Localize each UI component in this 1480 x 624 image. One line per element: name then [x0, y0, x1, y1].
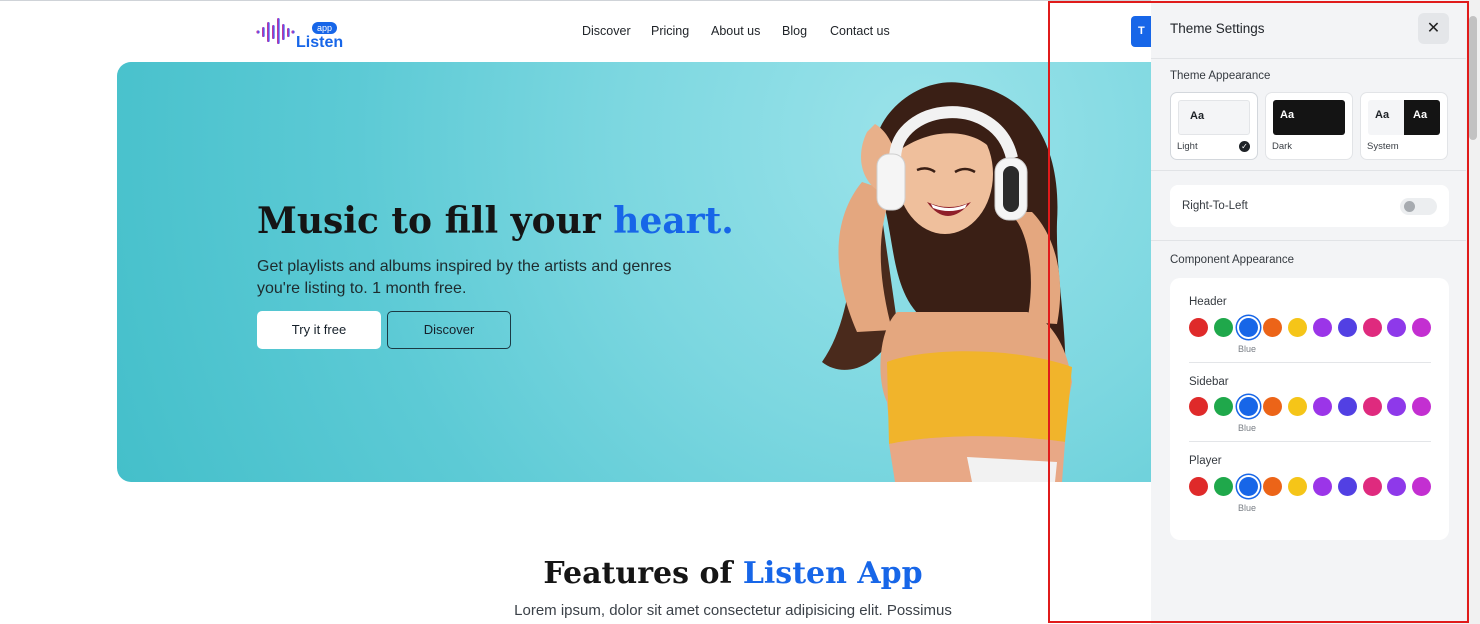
panel-divider — [1151, 240, 1466, 241]
color-swatch-purple[interactable] — [1313, 397, 1332, 416]
color-swatch-magenta[interactable] — [1412, 477, 1432, 496]
color-swatch-red[interactable] — [1189, 477, 1208, 496]
color-swatch-pink[interactable] — [1362, 397, 1382, 416]
color-swatch-pink[interactable] — [1362, 318, 1382, 337]
group-divider — [1189, 362, 1431, 363]
player-selected-caption: Blue — [1238, 503, 1257, 513]
panel-divider — [1151, 58, 1466, 59]
hero-banner: Music to fill your heart. Get playlists … — [117, 62, 1151, 482]
theme-option-system[interactable]: Aa Aa System — [1360, 92, 1448, 160]
theme-option-light[interactable]: Aa Light ✓ — [1170, 92, 1258, 160]
system-preview-light-half: Aa — [1375, 109, 1390, 121]
color-swatch-red[interactable] — [1189, 397, 1208, 416]
header-color-label: Header — [1189, 296, 1227, 308]
nav-discover[interactable]: Discover — [582, 24, 631, 38]
sidebar-selected-caption: Blue — [1238, 423, 1257, 433]
component-appearance-card: Header Blue Sidebar Blue Player Blue — [1170, 278, 1449, 540]
color-swatch-magenta[interactable] — [1412, 318, 1432, 337]
theme-label-light: Light — [1177, 141, 1198, 152]
color-swatch-pink[interactable] — [1362, 477, 1382, 496]
theme-preview-system: Aa Aa — [1368, 100, 1440, 135]
rtl-setting: Right-To-Left — [1170, 185, 1449, 227]
theme-label-dark: Dark — [1272, 141, 1293, 152]
color-swatch-violet[interactable] — [1387, 318, 1407, 337]
color-swatch-indigo[interactable] — [1337, 477, 1357, 496]
color-swatch-violet[interactable] — [1387, 397, 1407, 416]
hero-title-accent: heart. — [613, 200, 734, 242]
header-selected-caption: Blue — [1238, 344, 1257, 354]
toggle-knob — [1404, 201, 1415, 212]
try-it-free-button[interactable]: Try it free — [257, 311, 381, 349]
color-swatch-yellow[interactable] — [1288, 397, 1308, 416]
nav-contact-us[interactable]: Contact us — [830, 24, 890, 38]
color-swatch-orange[interactable] — [1263, 318, 1283, 337]
theme-preview-light: Aa — [1178, 100, 1250, 135]
component-appearance-label: Component Appearance — [1170, 254, 1295, 266]
color-swatch-blue[interactable] — [1238, 477, 1258, 496]
hero-subtitle: Get playlists and albums inspired by the… — [257, 258, 672, 297]
close-icon[interactable]: ✕ — [1418, 13, 1449, 44]
theme-settings-panel: Theme Settings ✕ Theme Appearance Aa Lig… — [1151, 0, 1466, 624]
color-swatch-green[interactable] — [1213, 318, 1233, 337]
color-swatch-orange[interactable] — [1263, 477, 1283, 496]
color-swatch-green[interactable] — [1213, 477, 1233, 496]
nav-blog[interactable]: Blog — [782, 24, 807, 38]
panel-divider — [1151, 170, 1466, 171]
check-circle-icon: ✓ — [1239, 141, 1250, 152]
color-swatch-blue[interactable] — [1238, 318, 1258, 337]
player-color-label: Player — [1189, 455, 1222, 467]
hero-title: Music to fill your heart. — [257, 200, 734, 242]
nav-about-us[interactable]: About us — [711, 24, 760, 38]
color-swatch-violet[interactable] — [1387, 477, 1407, 496]
logo-wordmark: Listen — [296, 34, 344, 51]
discover-button[interactable]: Discover — [387, 311, 511, 349]
nav-pricing[interactable]: Pricing — [651, 24, 689, 38]
color-swatch-yellow[interactable] — [1288, 318, 1308, 337]
woman-with-headphones-image — [822, 82, 1072, 482]
panel-title: Theme Settings — [1170, 21, 1265, 36]
logo-app-badge: app — [312, 22, 338, 34]
theme-label-system: System — [1367, 141, 1399, 152]
theme-option-dark[interactable]: Aa Dark — [1265, 92, 1353, 160]
listen-logo[interactable]: app Listen — [256, 14, 346, 51]
color-swatch-purple[interactable] — [1313, 477, 1332, 496]
header-cta-button[interactable]: T — [1131, 16, 1151, 47]
color-swatch-green[interactable] — [1213, 397, 1233, 416]
theme-preview-dark: Aa — [1273, 100, 1345, 135]
color-swatch-indigo[interactable] — [1337, 318, 1357, 337]
scrollbar-thumb[interactable] — [1469, 16, 1477, 140]
rtl-toggle[interactable] — [1400, 198, 1437, 215]
theme-appearance-label: Theme Appearance — [1170, 70, 1271, 82]
rtl-label: Right-To-Left — [1182, 200, 1248, 212]
color-swatch-orange[interactable] — [1263, 397, 1283, 416]
features-title-accent: Listen App — [742, 556, 923, 591]
system-preview-dark-half: Aa — [1404, 100, 1440, 135]
color-swatch-yellow[interactable] — [1288, 477, 1308, 496]
color-swatch-purple[interactable] — [1313, 318, 1332, 337]
color-swatch-indigo[interactable] — [1337, 397, 1357, 416]
color-swatch-blue[interactable] — [1238, 397, 1258, 416]
group-divider — [1189, 441, 1431, 442]
color-swatch-red[interactable] — [1189, 318, 1208, 337]
sidebar-color-label: Sidebar — [1189, 376, 1229, 388]
color-swatch-magenta[interactable] — [1412, 397, 1432, 416]
page-scrollbar[interactable] — [1466, 0, 1480, 624]
